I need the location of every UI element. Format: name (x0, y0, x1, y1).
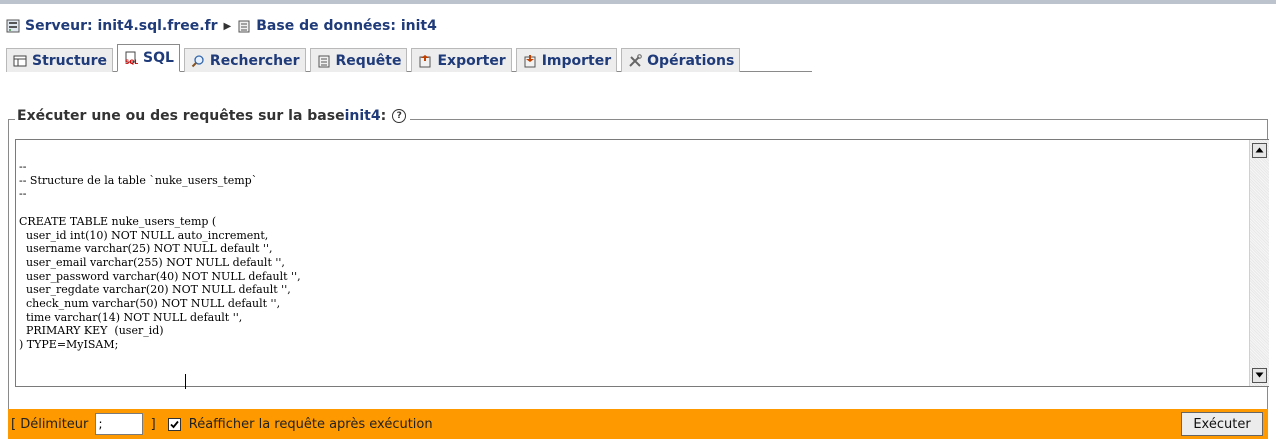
fieldset-legend: Exécuter une ou des requêtes sur la base… (15, 108, 411, 124)
tab-operations[interactable]: Opérations (621, 48, 741, 72)
search-icon (191, 54, 205, 68)
breadcrumb-separator-icon: ▶ (223, 20, 232, 32)
delimiter-bracket: ] (146, 416, 156, 432)
legend-text: Exécuter une ou des requêtes sur la base (17, 108, 345, 124)
server-icon (6, 19, 20, 33)
tab-import-label: Importer (541, 52, 612, 69)
query-options-bar: [ Délimiteur ] Réafficher la requête apr… (8, 409, 1268, 439)
breadcrumb-server-label: Serveur: init4.sql.free.fr (25, 18, 218, 34)
tab-search-label: Rechercher (209, 52, 300, 69)
breadcrumb: Serveur: init4.sql.free.fr ▶ Base de don… (6, 16, 437, 36)
breadcrumb-database-label: Base de données: init4 (256, 18, 437, 34)
tab-search[interactable]: Rechercher (183, 48, 306, 72)
scroll-up-button[interactable] (1252, 143, 1267, 158)
tab-export[interactable]: Exporter (411, 48, 512, 72)
operations-icon (628, 53, 642, 68)
import-icon (523, 54, 537, 68)
tab-export-label: Exporter (437, 52, 506, 69)
delimiter-input[interactable] (94, 413, 143, 435)
structure-icon (13, 54, 27, 68)
svg-text:SQL: SQL (125, 59, 138, 65)
show-query-label[interactable]: Réafficher la requête après exécution (189, 417, 433, 432)
sql-query-text: -- -- Structure de la table `nuke_users_… (19, 160, 301, 352)
tab-query-label: Requête (335, 52, 402, 69)
legend-database-link[interactable]: init4 (345, 108, 381, 124)
textarea-scrollbar[interactable] (1249, 140, 1269, 386)
tab-import[interactable]: Importer (515, 48, 618, 72)
breadcrumb-database[interactable]: Base de données: init4 (237, 18, 437, 34)
top-rule (0, 0, 1276, 4)
help-icon[interactable]: ? (392, 109, 407, 123)
tab-bar: Structure SQL SQL Rechercher Requête Exp… (6, 44, 744, 72)
delimiter-label: [ Délimiteur (11, 416, 93, 432)
show-query-checkbox[interactable] (167, 417, 181, 431)
sql-query-textarea[interactable]: -- -- Structure de la table `nuke_users_… (15, 139, 1269, 387)
tab-operations-label: Opérations (647, 52, 735, 69)
tab-structure-label: Structure (32, 52, 108, 69)
scroll-down-button[interactable] (1252, 368, 1267, 383)
execute-button[interactable]: Exécuter (1181, 412, 1263, 436)
tab-sql-label: SQL (143, 50, 174, 66)
text-cursor (185, 374, 186, 389)
breadcrumb-server[interactable]: Serveur: init4.sql.free.fr (6, 18, 218, 34)
query-icon (317, 54, 331, 68)
legend-colon: : (380, 108, 387, 124)
export-icon (418, 54, 432, 68)
tab-query[interactable]: Requête (309, 48, 408, 72)
database-icon (237, 19, 251, 33)
tab-sql[interactable]: SQL SQL (117, 44, 180, 72)
tab-structure[interactable]: Structure (6, 48, 114, 72)
sql-icon: SQL (124, 51, 138, 65)
